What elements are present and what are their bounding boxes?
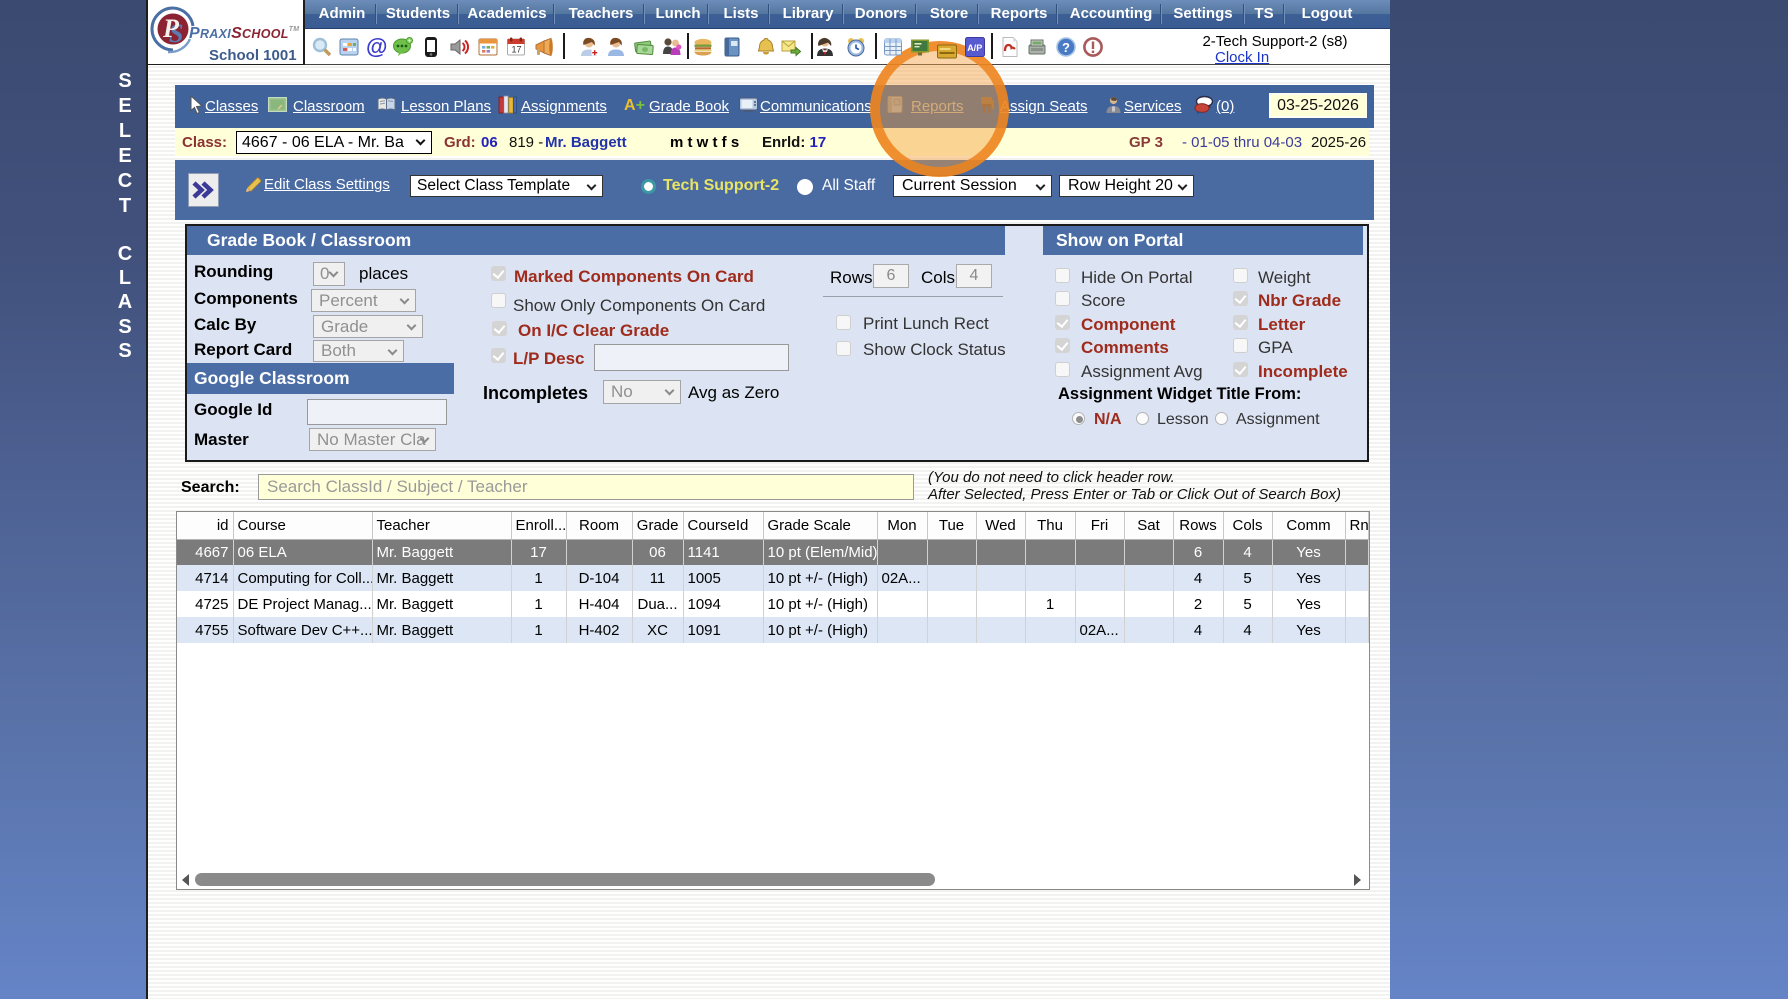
svg-text:+: + bbox=[408, 39, 412, 45]
svg-text:A/P: A/P bbox=[967, 43, 982, 53]
svg-text:?: ? bbox=[1062, 40, 1070, 55]
svg-text:P: P bbox=[162, 14, 180, 43]
svg-text:17: 17 bbox=[512, 45, 522, 55]
